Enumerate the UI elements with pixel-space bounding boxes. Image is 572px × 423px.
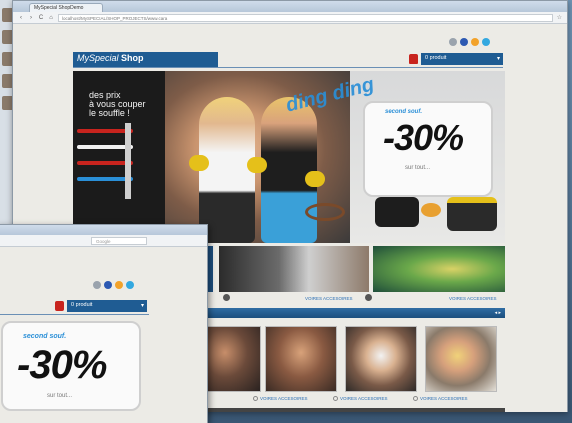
radio-icon bbox=[333, 396, 338, 402]
facebook-icon[interactable] bbox=[104, 281, 112, 289]
social-links bbox=[449, 38, 490, 46]
product-link[interactable]: VOIRES ACCESOIRES bbox=[253, 396, 308, 402]
header-divider bbox=[73, 67, 503, 68]
search-input[interactable]: Google bbox=[91, 237, 147, 245]
site-logo[interactable]: MySpecial Shop bbox=[77, 53, 144, 63]
promo-tagline: second souf. bbox=[23, 333, 67, 340]
jump-rope-image bbox=[305, 203, 345, 221]
promo-subtext: sur tout... bbox=[47, 393, 73, 399]
shopping-bag-icon[interactable] bbox=[55, 301, 64, 311]
back-icon[interactable]: ‹ bbox=[18, 15, 24, 21]
rss-icon[interactable] bbox=[115, 281, 123, 289]
radio-icon bbox=[253, 396, 258, 402]
boxer-figure bbox=[199, 97, 255, 243]
hero-banner[interactable]: des prix à vous couper le souffle ! ding… bbox=[73, 71, 505, 243]
social-icon[interactable] bbox=[449, 38, 457, 46]
header-divider bbox=[0, 314, 149, 315]
sub-banner[interactable] bbox=[219, 246, 369, 292]
sub-banner-link[interactable]: VOIRES ACCESOIRES bbox=[305, 296, 353, 301]
ring-post bbox=[125, 123, 131, 199]
boxing-ring-image: des prix à vous couper le souffle ! bbox=[73, 71, 165, 243]
product-link[interactable]: VOIRES ACCESOIRES bbox=[333, 396, 388, 402]
boxing-glove bbox=[247, 157, 267, 173]
boxing-glove bbox=[189, 155, 209, 171]
product-thumbnail[interactable] bbox=[425, 326, 497, 392]
twitter-icon[interactable] bbox=[126, 281, 134, 289]
promo-bubble: second souf. -30% sur tout... bbox=[1, 321, 141, 411]
radio-icon bbox=[413, 396, 418, 402]
front-browser-window: Google 0 produit ▾ second souf. -30% sur… bbox=[0, 224, 208, 423]
chevron-down-icon: ▾ bbox=[496, 56, 500, 62]
url-field[interactable]: localhost/MySPECIAL/SHOP_PROJECTS/www.ca… bbox=[58, 13, 553, 22]
forward-icon[interactable]: › bbox=[28, 15, 34, 21]
carousel-arrows-icon[interactable]: ◂ ▸ bbox=[495, 310, 501, 316]
promo-discount: -30% bbox=[17, 343, 107, 387]
boxing-shoe-image bbox=[375, 197, 419, 227]
rss-icon[interactable] bbox=[471, 38, 479, 46]
promo-bubble: second souf. -30% sur tout... bbox=[363, 101, 493, 197]
logo-text-bold: Shop bbox=[121, 53, 144, 63]
social-icon[interactable] bbox=[93, 281, 101, 289]
cart-dropdown[interactable]: 0 produit ▾ bbox=[67, 300, 147, 312]
sub-banner-link[interactable]: VOIRES ACCESOIRES bbox=[449, 296, 497, 301]
cart-label: 0 produit bbox=[425, 55, 447, 61]
address-bar: Google bbox=[0, 235, 207, 247]
product-thumbnail[interactable] bbox=[345, 326, 417, 392]
browser-tab[interactable]: MySpecial ShopDemo bbox=[29, 3, 103, 12]
chevron-down-icon: ▾ bbox=[140, 303, 144, 309]
boxer-figure bbox=[261, 97, 317, 243]
facebook-icon[interactable] bbox=[460, 38, 468, 46]
desktop-background: MySpecial ShopDemo ‹ › C ⌂ localhost/MyS… bbox=[0, 0, 572, 423]
sub-banner[interactable] bbox=[373, 246, 505, 292]
product-link[interactable]: VOIRES ACCESOIRES bbox=[413, 396, 468, 402]
tab-bar: MySpecial ShopDemo bbox=[13, 1, 567, 12]
promo-subtext: sur tout... bbox=[405, 165, 431, 171]
cart-dropdown[interactable]: 0 produit ▾ bbox=[421, 53, 503, 65]
bookmark-star-icon[interactable]: ☆ bbox=[557, 14, 562, 21]
tab-bar bbox=[0, 225, 207, 235]
twitter-icon[interactable] bbox=[482, 38, 490, 46]
product-thumbnail[interactable] bbox=[265, 326, 337, 392]
promo-tagline: second souf. bbox=[385, 109, 423, 115]
social-links bbox=[93, 281, 134, 289]
shopping-bag-icon[interactable] bbox=[409, 54, 418, 64]
address-bar: ‹ › C ⌂ localhost/MySPECIAL/SHOP_PROJECT… bbox=[13, 12, 567, 24]
promo-discount: -30% bbox=[383, 117, 464, 158]
reload-icon[interactable]: C bbox=[38, 15, 44, 21]
carousel-dot-icon[interactable] bbox=[365, 294, 372, 301]
boxing-glove bbox=[305, 171, 325, 187]
ball-image bbox=[421, 203, 441, 217]
carousel-dot-icon[interactable] bbox=[223, 294, 230, 301]
hero-slogan: des prix à vous couper le souffle ! bbox=[89, 90, 146, 118]
home-icon[interactable]: ⌂ bbox=[48, 15, 54, 21]
logo-text: MySpecial bbox=[77, 53, 119, 63]
cart-label: 0 produit bbox=[71, 302, 93, 308]
sports-bag-image bbox=[447, 197, 497, 231]
